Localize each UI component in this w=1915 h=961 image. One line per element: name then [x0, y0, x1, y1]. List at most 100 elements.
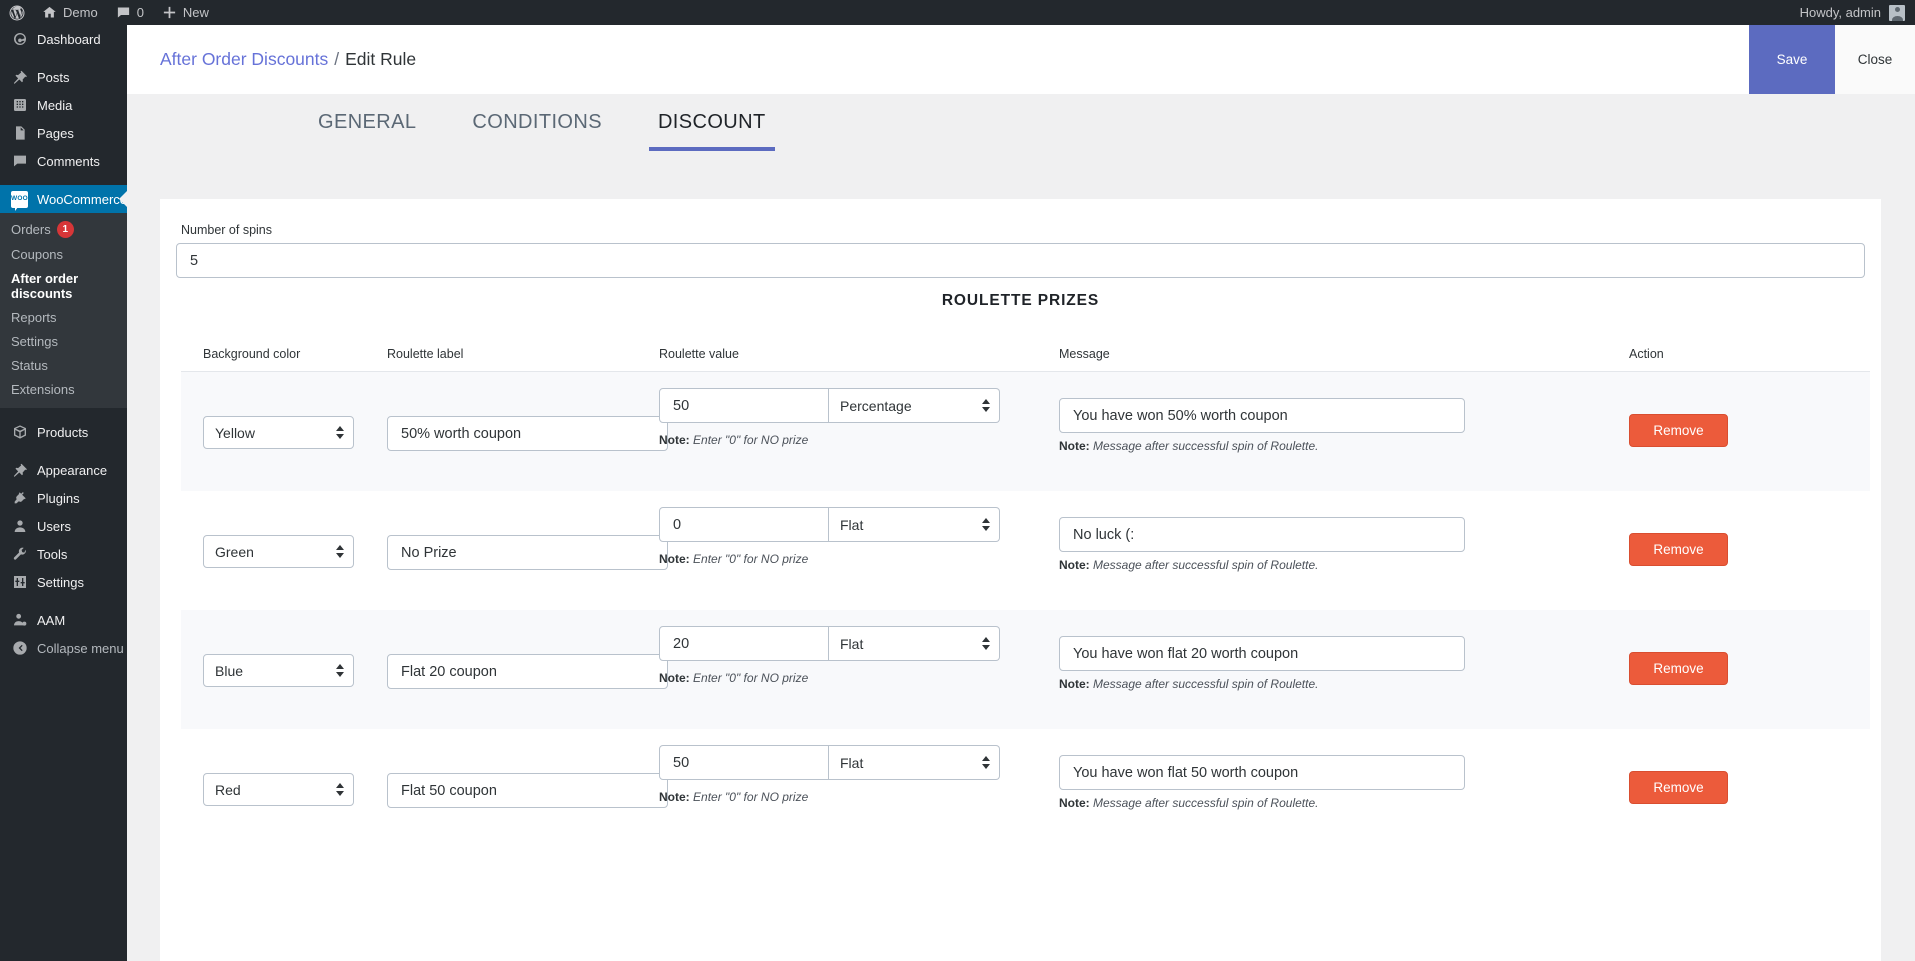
background-color-select[interactable]: Yellow: [203, 416, 354, 449]
sidebar-divider: [0, 53, 127, 63]
message-input[interactable]: You have won 50% worth coupon: [1059, 398, 1465, 433]
sidebar-item-label: Pages: [37, 125, 74, 141]
submenu-item-reports[interactable]: Reports: [0, 306, 127, 330]
submenu-item-extensions[interactable]: Extensions: [0, 378, 127, 402]
message-cell: You have won flat 20 worth coupon Note: …: [1059, 610, 1629, 691]
tab-conditions[interactable]: CONDITIONS: [463, 111, 611, 151]
note-prefix: Note:: [659, 790, 690, 804]
roulette-type-select[interactable]: Flat: [829, 626, 1000, 661]
sidebar-item-comments[interactable]: Comments: [0, 147, 127, 175]
sidebar-item-products[interactable]: Products: [0, 418, 127, 446]
roulette-prizes-title: ROULETTE PRIZES: [941, 292, 1100, 309]
column-header-roulette-label: Roulette label: [387, 346, 464, 361]
note-text: Enter "0" for NO prize: [693, 671, 809, 685]
sidebar-item-label: Tools: [37, 546, 68, 562]
sidebar-item-appearance[interactable]: Appearance: [0, 456, 127, 484]
roulette-type-select[interactable]: Flat: [829, 507, 1000, 542]
media-icon: [11, 97, 28, 114]
roulette-value-input[interactable]: 0: [659, 507, 829, 542]
remove-button[interactable]: Remove: [1629, 414, 1728, 447]
aam-user-icon: [11, 612, 28, 629]
submenu-item-settings[interactable]: Settings: [0, 330, 127, 354]
sidebar-item-dashboard[interactable]: Dashboard: [0, 25, 127, 53]
message-cell: No luck (: Note: Message after successfu…: [1059, 491, 1629, 572]
sidebar-item-settings[interactable]: Settings: [0, 568, 127, 596]
select-stepper-icon: [335, 543, 344, 561]
roulette-type-select[interactable]: Percentage: [829, 388, 1000, 423]
select-stepper-icon: [981, 635, 990, 653]
submenu-item-status[interactable]: Status: [0, 354, 127, 378]
sidebar-item-users[interactable]: Users: [0, 512, 127, 540]
plus-icon: [162, 5, 177, 20]
roulette-value-group: 0 Flat: [659, 507, 1059, 542]
comments-menu[interactable]: 0: [107, 0, 153, 25]
submenu-item-orders[interactable]: Orders 1: [0, 217, 127, 243]
submenu-item-label: Status: [11, 358, 48, 373]
message-input[interactable]: No luck (:: [1059, 517, 1465, 552]
tab-discount[interactable]: DISCOUNT: [648, 111, 775, 151]
roulette-value-cell: 20 Flat Note: Enter "0" for NO prize: [659, 610, 1059, 685]
submenu-item-label: Orders: [11, 222, 51, 237]
background-color-select[interactable]: Green: [203, 535, 354, 568]
note-text: Message after successful spin of Roulett…: [1093, 796, 1319, 810]
sidebar-item-aam[interactable]: AAM: [0, 606, 127, 634]
main-content: After Order Discounts / Edit Rule Save C…: [127, 25, 1915, 961]
submenu-item-after-order-discounts[interactable]: After order discounts: [0, 267, 127, 306]
breadcrumb-parent-link[interactable]: After Order Discounts: [160, 49, 328, 70]
message-note: Note: Message after successful spin of R…: [1059, 439, 1629, 453]
number-of-spins-input[interactable]: 5: [176, 243, 1865, 278]
submenu-item-coupons[interactable]: Coupons: [0, 243, 127, 267]
sidebar-item-collapse-menu[interactable]: Collapse menu: [0, 634, 127, 662]
roulette-value-note: Note: Enter "0" for NO prize: [659, 790, 1059, 804]
site-name-menu[interactable]: Demo: [33, 0, 107, 25]
background-color-select[interactable]: Red: [203, 773, 354, 806]
tab-general[interactable]: GENERAL: [309, 111, 425, 151]
table-row: Red Flat 50 coupon 50 Flat Note: Enter "…: [181, 729, 1870, 848]
remove-button[interactable]: Remove: [1629, 652, 1728, 685]
wordpress-logo-button[interactable]: [0, 0, 33, 25]
column-header-message: Message: [1059, 346, 1110, 361]
background-color-value: Green: [215, 543, 254, 560]
roulette-label-input[interactable]: Flat 20 coupon: [387, 654, 668, 689]
message-input[interactable]: You have won flat 20 worth coupon: [1059, 636, 1465, 671]
save-button[interactable]: Save: [1749, 25, 1835, 94]
comments-count: 0: [136, 5, 144, 20]
roulette-label-input[interactable]: Flat 50 coupon: [387, 773, 668, 808]
roulette-value-input[interactable]: 20: [659, 626, 829, 661]
user-avatar-icon: [1889, 4, 1905, 21]
new-content-menu[interactable]: New: [153, 0, 218, 25]
remove-button[interactable]: Remove: [1629, 533, 1728, 566]
message-input[interactable]: You have won flat 50 worth coupon: [1059, 755, 1465, 790]
submenu-item-label: Reports: [11, 310, 57, 325]
roulette-type-select[interactable]: Flat: [829, 745, 1000, 780]
roulette-value-input[interactable]: 50: [659, 745, 829, 780]
sidebar-item-plugins[interactable]: Plugins: [0, 484, 127, 512]
sidebar-divider: [0, 446, 127, 456]
sidebar-item-woocommerce[interactable]: WOO WooCommerce: [0, 185, 127, 213]
roulette-type-value: Percentage: [840, 397, 912, 414]
sidebar-item-pages[interactable]: Pages: [0, 119, 127, 147]
roulette-label-input[interactable]: 50% worth coupon: [387, 416, 668, 451]
roulette-value-group: 50 Percentage: [659, 388, 1059, 423]
roulette-value-cell: 0 Flat Note: Enter "0" for NO prize: [659, 491, 1059, 566]
remove-button[interactable]: Remove: [1629, 771, 1728, 804]
sidebar-item-label: WooCommerce: [36, 191, 127, 207]
roulette-label-input[interactable]: No Prize: [387, 535, 668, 570]
sidebar-item-media[interactable]: Media: [0, 91, 127, 119]
close-button[interactable]: Close: [1835, 25, 1915, 94]
roulette-value-group: 50 Flat: [659, 745, 1059, 780]
message-note: Note: Message after successful spin of R…: [1059, 558, 1629, 572]
sidebar-item-tools[interactable]: Tools: [0, 540, 127, 568]
sidebar-item-posts[interactable]: Posts: [0, 63, 127, 91]
roulette-label-cell: Flat 50 coupon: [387, 729, 668, 808]
background-color-select[interactable]: Blue: [203, 654, 354, 687]
my-account-menu[interactable]: Howdy, admin: [1791, 0, 1915, 25]
background-color-cell: Green: [181, 491, 387, 568]
message-cell: You have won flat 50 worth coupon Note: …: [1059, 729, 1629, 810]
note-prefix: Note:: [1059, 677, 1090, 691]
submenu-item-label: Settings: [11, 334, 58, 349]
roulette-value-input[interactable]: 50: [659, 388, 829, 423]
sidebar-divider: [0, 408, 127, 418]
header-actions: Save Close: [1749, 25, 1915, 94]
roulette-value-note: Note: Enter "0" for NO prize: [659, 552, 1059, 566]
